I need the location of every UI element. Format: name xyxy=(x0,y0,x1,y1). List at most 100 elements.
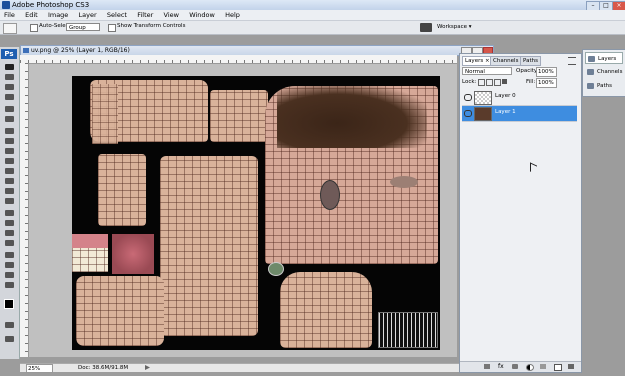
layer-style-fx-icon[interactable]: fx xyxy=(498,363,506,370)
fill-field[interactable]: 100% xyxy=(536,78,557,88)
fill-label: Fill: xyxy=(526,79,536,85)
path-selection-tool-icon[interactable] xyxy=(4,229,15,237)
photoshop-app-icon xyxy=(2,1,10,9)
lock-transparency-icon[interactable] xyxy=(478,79,485,86)
layer-name: Layer 0 xyxy=(495,93,516,99)
menu-edit[interactable]: Edit xyxy=(21,10,42,20)
screen-mode-icon[interactable] xyxy=(4,335,15,343)
move-tool-icon[interactable] xyxy=(4,63,15,71)
visibility-eye-icon[interactable] xyxy=(464,94,472,101)
new-layer-icon[interactable] xyxy=(554,364,562,371)
foreground-color-swatch[interactable] xyxy=(4,299,14,309)
status-menu-arrow-icon[interactable] xyxy=(145,365,150,370)
auto-select-checkbox[interactable] xyxy=(30,24,38,32)
clone-stamp-tool-icon[interactable] xyxy=(4,147,15,155)
type-tool-icon[interactable] xyxy=(4,219,15,227)
toolbox: Ps xyxy=(0,47,20,359)
lock-all-icon[interactable] xyxy=(502,79,507,84)
dock-layers-button[interactable]: Layers xyxy=(585,52,623,64)
menu-filter[interactable]: Filter xyxy=(133,10,157,20)
link-layers-icon[interactable] xyxy=(484,364,490,369)
lock-label: Lock: xyxy=(462,79,477,85)
uv-island-arm xyxy=(98,154,146,226)
lasso-tool-icon[interactable] xyxy=(4,83,15,91)
document-icon xyxy=(23,48,29,53)
menu-image[interactable]: Image xyxy=(44,10,72,20)
workspace-button[interactable]: Workspace ▾ xyxy=(437,22,477,32)
lock-position-icon[interactable] xyxy=(494,79,501,86)
layer-thumbnail xyxy=(474,107,492,121)
healing-brush-tool-icon[interactable] xyxy=(4,127,15,135)
hand-tool-icon[interactable] xyxy=(4,271,15,279)
auto-select-dropdown[interactable]: Group xyxy=(66,23,100,31)
zoom-tool-icon[interactable] xyxy=(4,281,15,289)
options-bar: Auto-Select: Group Show Transform Contro… xyxy=(0,21,625,35)
layers-panel: Layers × Channels Paths Normal Opacity: … xyxy=(459,53,582,373)
uv-island-mouth xyxy=(112,234,154,274)
layer-row-layer-1[interactable]: Layer 1 xyxy=(462,106,577,122)
vertical-ruler[interactable] xyxy=(20,63,29,357)
document-title: uv.png @ 25% (Layer 1, RGB/16) xyxy=(31,47,130,54)
canvas[interactable] xyxy=(72,76,440,350)
tab-layers[interactable]: Layers × xyxy=(462,56,493,66)
menu-view[interactable]: View xyxy=(160,10,183,20)
menu-select[interactable]: Select xyxy=(103,10,131,20)
uv-island-hand xyxy=(280,272,372,348)
dock-paths-button[interactable]: Paths xyxy=(585,80,623,92)
shape-tool-icon[interactable] xyxy=(4,239,15,247)
marquee-tool-icon[interactable] xyxy=(4,73,15,81)
eyedropper-tool-icon[interactable] xyxy=(4,115,15,123)
visibility-eye-icon[interactable] xyxy=(464,110,472,117)
pen-tool-icon[interactable] xyxy=(4,209,15,217)
tab-channels[interactable]: Channels xyxy=(490,56,522,66)
menu-file[interactable]: File xyxy=(0,10,19,20)
delete-layer-icon[interactable] xyxy=(568,364,574,369)
ps-logo: Ps xyxy=(1,49,17,59)
hair-region xyxy=(277,86,427,148)
gradient-tool-icon[interactable] xyxy=(4,177,15,185)
dodge-tool-icon[interactable] xyxy=(4,197,15,205)
show-transform-label: Show Transform Controls xyxy=(117,23,186,29)
magic-wand-tool-icon[interactable] xyxy=(4,93,15,101)
uv-island-eyelashes xyxy=(378,312,438,348)
quick-mask-icon[interactable] xyxy=(4,321,15,329)
menu-layer[interactable]: Layer xyxy=(75,10,101,20)
tab-paths[interactable]: Paths xyxy=(520,56,541,66)
notes-tool-icon[interactable] xyxy=(4,251,15,259)
new-group-icon[interactable] xyxy=(540,364,546,369)
doc-size-info[interactable]: Doc: 38.6M/91.8M xyxy=(78,364,128,372)
horizontal-ruler[interactable] xyxy=(20,55,457,64)
adjustment-layer-icon[interactable] xyxy=(526,364,534,371)
status-bar: 25% Doc: 38.6M/91.8M xyxy=(20,363,460,373)
ear-detail xyxy=(320,180,340,210)
move-tool-preset-icon[interactable] xyxy=(3,23,17,34)
crop-tool-icon[interactable] xyxy=(4,105,15,113)
uv-island-left-strip xyxy=(92,84,118,144)
bridge-icon[interactable] xyxy=(420,23,432,32)
lock-pixels-icon[interactable] xyxy=(486,79,493,86)
history-brush-tool-icon[interactable] xyxy=(4,157,15,165)
collapsed-panel-dock: Layers Channels Paths xyxy=(582,49,625,97)
brush-tool-icon[interactable] xyxy=(4,137,15,145)
add-mask-icon[interactable] xyxy=(512,364,518,369)
zoom-field[interactable]: 25% xyxy=(26,364,53,373)
uv-island-torso xyxy=(160,156,258,336)
window-title: Adobe Photoshop CS3 xyxy=(12,1,90,9)
blur-tool-icon[interactable] xyxy=(4,187,15,195)
opacity-field[interactable]: 100% xyxy=(536,67,557,77)
gum-detail xyxy=(72,234,108,248)
mouse-cursor-icon xyxy=(530,162,537,175)
eraser-tool-icon[interactable] xyxy=(4,167,15,175)
menu-help[interactable]: Help xyxy=(221,10,244,20)
blend-mode-dropdown[interactable]: Normal xyxy=(462,67,512,75)
panel-menu-icon[interactable] xyxy=(568,57,576,65)
eyeball-detail xyxy=(268,262,284,276)
show-transform-checkbox[interactable] xyxy=(108,24,116,32)
layer-thumbnail xyxy=(474,91,492,105)
dock-channels-button[interactable]: Channels xyxy=(585,66,623,78)
eyedropper-3d-tool-icon[interactable] xyxy=(4,261,15,269)
menu-window[interactable]: Window xyxy=(185,10,219,20)
menu-bar: File Edit Image Layer Select Filter View… xyxy=(0,10,625,21)
layer-row-layer-0[interactable]: Layer 0 xyxy=(462,90,577,106)
layers-panel-footer: fx xyxy=(460,361,581,372)
